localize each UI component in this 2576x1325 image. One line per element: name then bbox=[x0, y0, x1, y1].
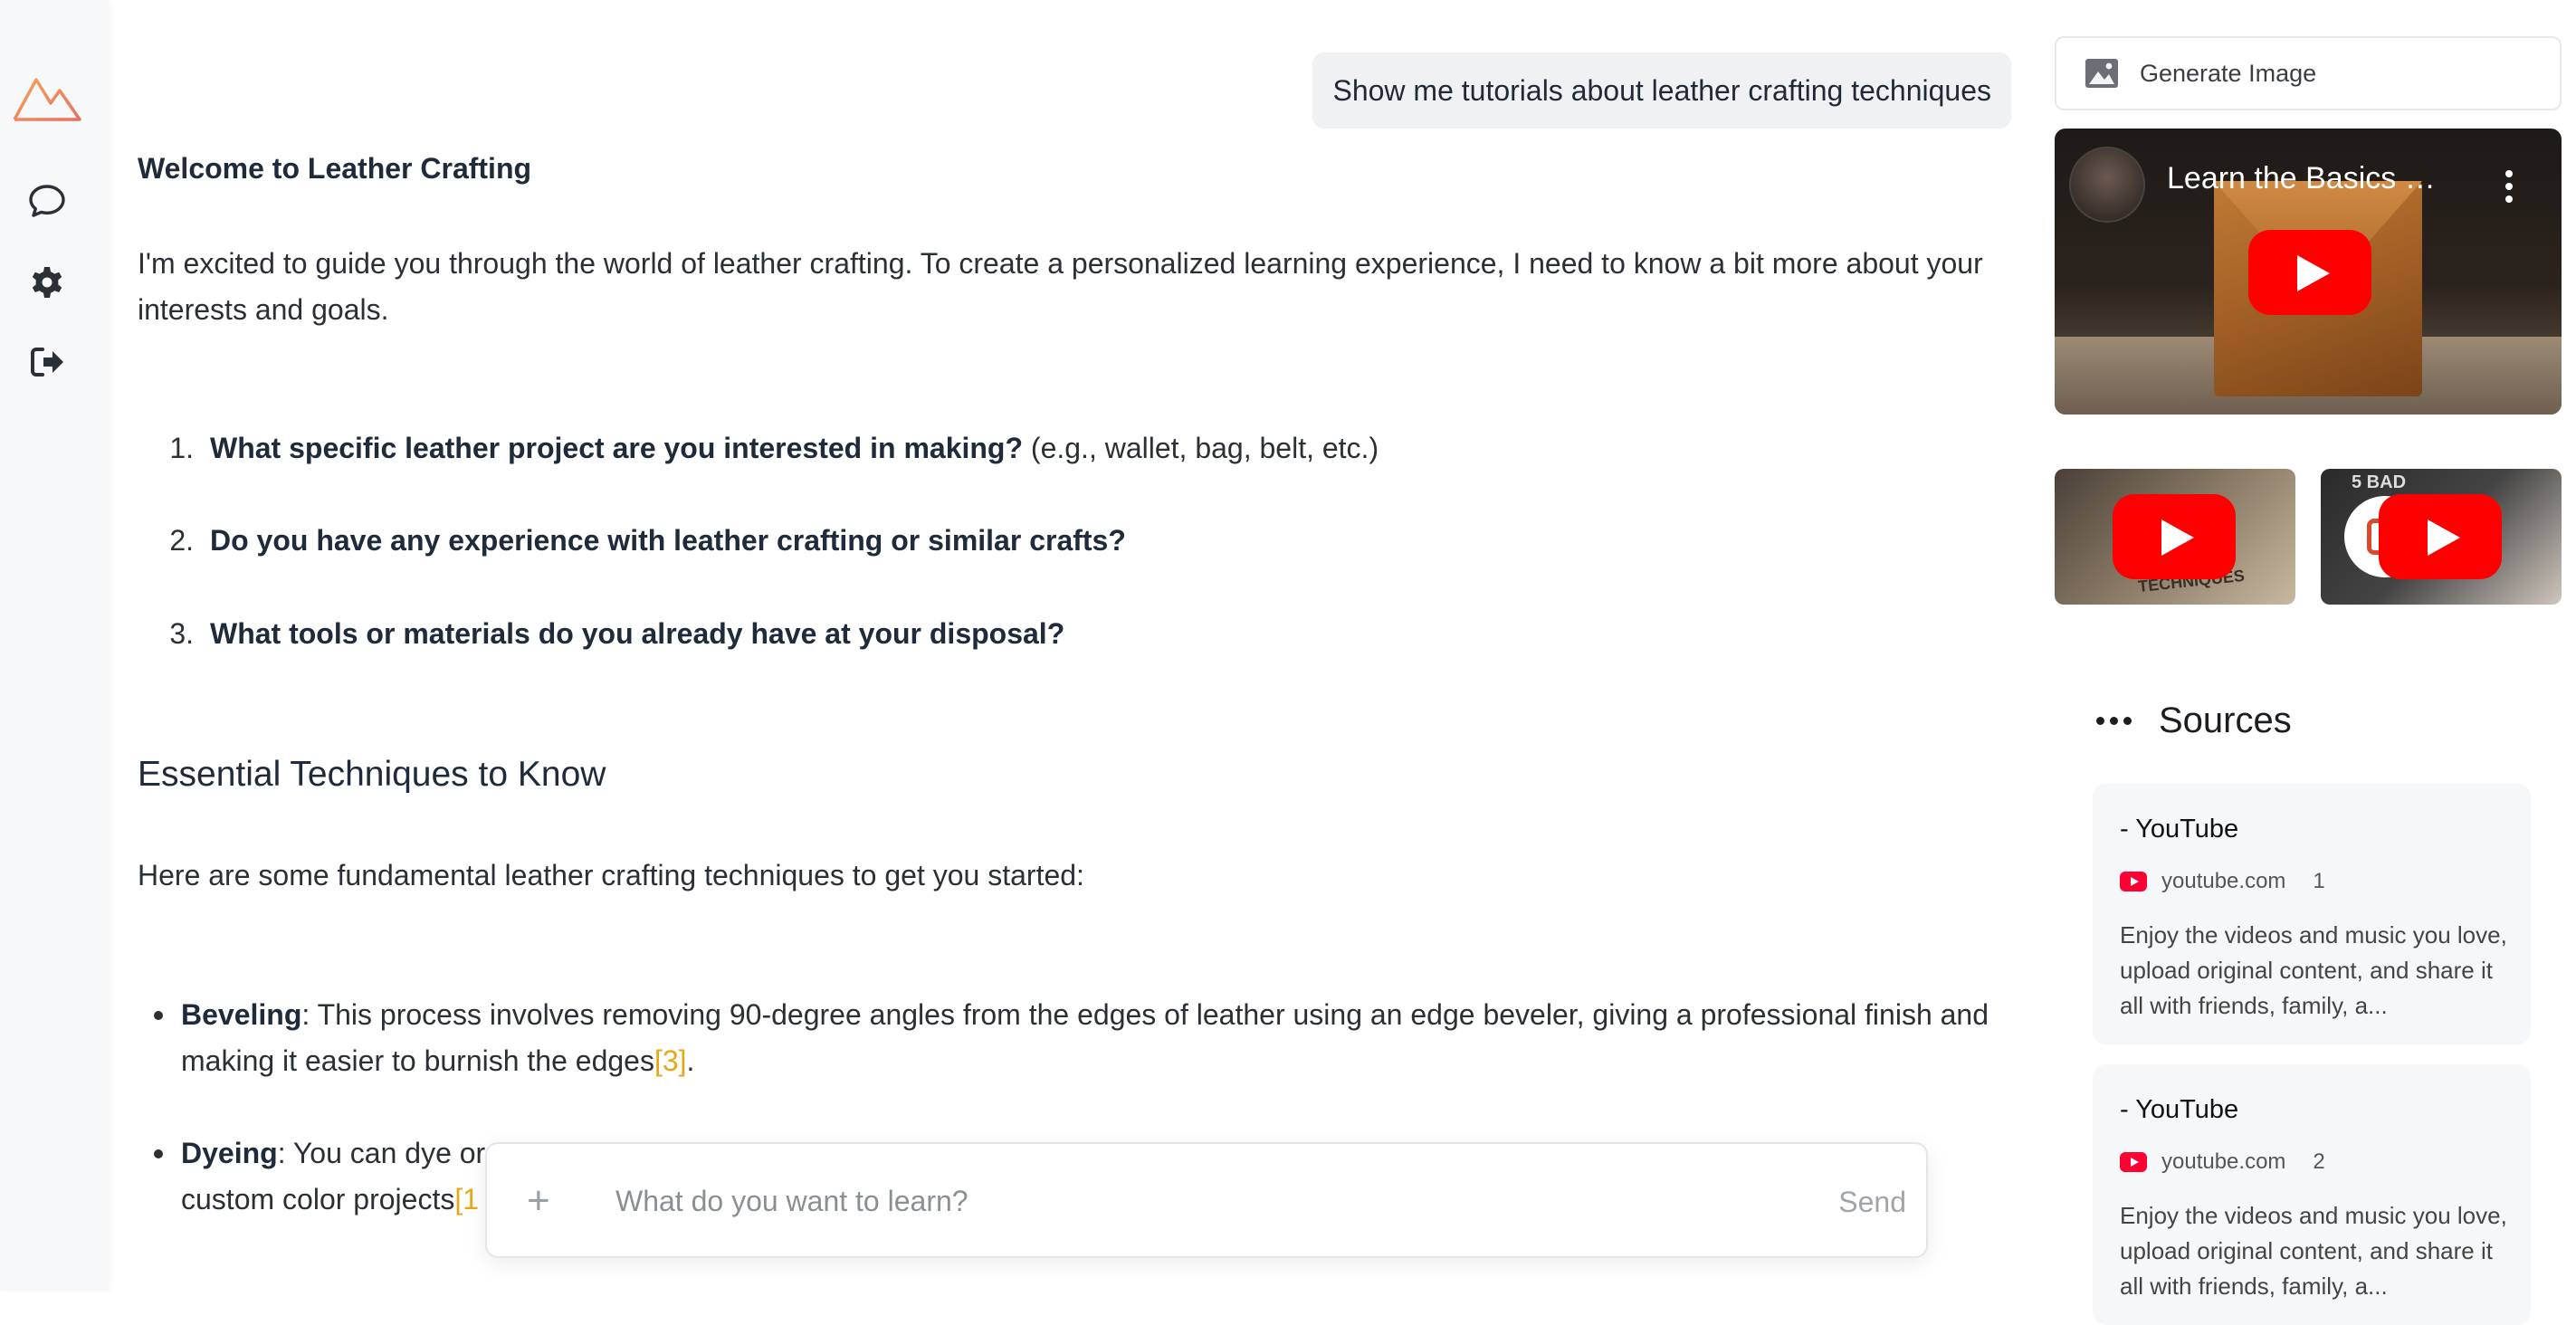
source-description: Enjoy the videos and music you love, upl… bbox=[2120, 1202, 2507, 1300]
source-card[interactable]: - YouTube youtube.com 2 Enjoy the videos… bbox=[2093, 1064, 2531, 1325]
source-number: 1 bbox=[2313, 869, 2325, 893]
chat-bubble-icon[interactable] bbox=[24, 177, 71, 224]
question-rest: (e.g., wallet, bag, belt, etc.) bbox=[1023, 432, 1379, 464]
ellipsis-icon bbox=[2096, 717, 2137, 725]
source-card[interactable]: - YouTube youtube.com 1 Enjoy the videos… bbox=[2093, 784, 2531, 1044]
right-panel: Generate Image Learn the Basics … TECHNI… bbox=[2055, 0, 2576, 1325]
video-title[interactable]: Learn the Basics … bbox=[2167, 161, 2457, 196]
source-description: Enjoy the videos and music you love, upl… bbox=[2120, 921, 2507, 1019]
question-number: 2. bbox=[169, 524, 194, 557]
sources-header: Sources bbox=[2096, 701, 2292, 741]
image-icon bbox=[2085, 59, 2118, 88]
technique-text: : You can dye or bbox=[277, 1137, 486, 1169]
conversation-area: Show me tutorials about leather crafting… bbox=[138, 0, 2011, 1291]
source-meta: youtube.com 1 bbox=[2120, 869, 2325, 894]
citation-link[interactable]: [1 bbox=[454, 1183, 479, 1215]
technique-text: : This process involves removing 90-degr… bbox=[181, 998, 1989, 1077]
chat-input-bar: + Send bbox=[485, 1142, 1928, 1258]
technique-name: Dyeing bbox=[181, 1137, 278, 1169]
technique-item-beveling: Beveling: This process involves removing… bbox=[154, 992, 2018, 1084]
channel-avatar[interactable] bbox=[2069, 147, 2145, 223]
send-button[interactable]: Send bbox=[1838, 1177, 1906, 1227]
logo-mountain-icon[interactable] bbox=[13, 67, 81, 125]
source-domain: youtube.com bbox=[2161, 869, 2286, 893]
question-bold: What tools or materials do you already h… bbox=[210, 617, 1065, 650]
intro-paragraph: I'm excited to guide you through the wor… bbox=[138, 247, 1983, 326]
citation-link[interactable]: [3] bbox=[654, 1044, 687, 1077]
sign-out-icon[interactable] bbox=[24, 338, 71, 386]
youtube-play-icon[interactable] bbox=[2248, 230, 2371, 315]
gear-icon[interactable] bbox=[24, 259, 71, 306]
more-options-icon[interactable] bbox=[2505, 170, 2514, 208]
generate-image-button[interactable]: Generate Image bbox=[2055, 36, 2562, 110]
section-intro: Here are some fundamental leather crafti… bbox=[138, 859, 1084, 891]
video-thumbnail-2[interactable]: 5 BAD bbox=[2321, 469, 2562, 605]
user-message-bubble: Show me tutorials about leather crafting… bbox=[1312, 52, 2011, 129]
welcome-heading: Welcome to Leather Crafting bbox=[138, 152, 532, 185]
source-meta: youtube.com 2 bbox=[2120, 1149, 2325, 1175]
sidebar bbox=[0, 0, 109, 1291]
question-bold: Do you have any experience with leather … bbox=[210, 524, 1126, 557]
technique-end: . bbox=[686, 1044, 695, 1077]
question-number: 3. bbox=[169, 617, 194, 650]
youtube-favicon-icon bbox=[2120, 1152, 2147, 1172]
video-thumbnail-1[interactable]: TECHNIQUES bbox=[2055, 469, 2295, 605]
learn-query-input[interactable] bbox=[614, 1173, 1745, 1229]
youtube-favicon-icon bbox=[2120, 872, 2147, 891]
youtube-play-icon[interactable] bbox=[2113, 494, 2236, 579]
technique-name: Beveling bbox=[181, 998, 302, 1031]
question-number: 1. bbox=[169, 432, 194, 464]
generate-image-label: Generate Image bbox=[2140, 59, 2317, 87]
source-domain: youtube.com bbox=[2161, 1149, 2286, 1174]
technique-text-line2: custom color projects bbox=[181, 1183, 455, 1215]
source-title: - YouTube bbox=[2120, 1095, 2239, 1124]
question-bold: What specific leather project are you in… bbox=[210, 432, 1024, 464]
section-heading: Essential Techniques to Know bbox=[138, 755, 606, 794]
attach-plus-button[interactable]: + bbox=[527, 1178, 559, 1224]
sources-title: Sources bbox=[2159, 701, 2292, 740]
thumbnail-text: 5 BAD bbox=[2352, 472, 2407, 492]
source-title: - YouTube bbox=[2120, 815, 2239, 844]
youtube-play-icon[interactable] bbox=[2379, 494, 2502, 579]
video-main-player[interactable]: Learn the Basics … bbox=[2055, 129, 2562, 415]
source-number: 2 bbox=[2313, 1149, 2325, 1174]
